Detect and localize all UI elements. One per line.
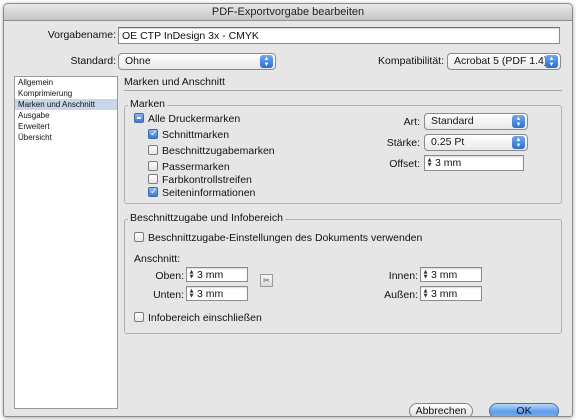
window-title: PDF-Exportvorgabe bearbeiten <box>4 4 572 21</box>
checkbox-unchecked-icon <box>148 174 158 184</box>
chain-link-icon[interactable]: ✂ <box>260 274 273 287</box>
bleed-slug-group-title: Beschnittzugabe und Infobereich <box>128 212 285 224</box>
use-document-bleed-checkbox[interactable]: Beschnittzugabe-Einstellungen des Dokume… <box>134 232 422 245</box>
checkbox-mixed-icon <box>134 113 144 123</box>
compatibility-popup[interactable]: Acrobat 5 (PDF 1.4) ▲ ▼ <box>447 53 561 70</box>
offset-value: 3 mm <box>435 157 462 169</box>
bleed-top-field[interactable]: ▲ ▼ 3 mm <box>186 267 248 282</box>
color-bars-checkbox[interactable]: Farbkontrollstreifen <box>148 174 252 187</box>
mark-type-popup[interactable]: Standard ▲ ▼ <box>424 113 528 130</box>
popup-arrows-icon: ▲ ▼ <box>260 55 273 68</box>
checkbox-unchecked-icon <box>134 232 144 242</box>
stepper-arrows-icon[interactable]: ▲ ▼ <box>426 158 433 168</box>
stepper-arrows-icon[interactable]: ▲ ▼ <box>422 270 429 280</box>
bleed-top-label: Oben: <box>155 270 184 282</box>
checkbox-unchecked-icon <box>148 161 158 171</box>
cancel-button[interactable]: Abbrechen <box>409 403 473 416</box>
sidebar-item-ausgabe[interactable]: Ausgabe <box>15 110 117 121</box>
section-title: Marken und Anschnitt <box>124 76 225 88</box>
page-information-checkbox[interactable]: Seiteninformationen <box>148 186 256 200</box>
all-printer-marks-checkbox[interactable]: Alle Druckermarken <box>134 113 240 126</box>
checkbox-checked-icon <box>148 186 158 198</box>
bleed-outside-value: 3 mm <box>431 288 458 300</box>
sidebar-item-allgemein[interactable]: Allgemein <box>15 77 117 88</box>
section-divider <box>124 90 562 91</box>
crop-marks-label: Schnittmarken <box>162 129 230 141</box>
standard-popup[interactable]: Ohne ▲ ▼ <box>118 53 276 70</box>
stepper-arrows-icon[interactable]: ▲ ▼ <box>188 270 195 280</box>
mark-type-value: Standard <box>431 115 474 127</box>
checkbox-unchecked-icon <box>134 312 144 322</box>
all-printer-marks-label: Alle Druckermarken <box>148 113 241 125</box>
checkbox-checked-icon <box>148 128 158 140</box>
color-bars-label: Farbkontrollstreifen <box>162 174 252 186</box>
offset-label: Offset: <box>389 158 420 170</box>
stepper-arrows-icon[interactable]: ▲ ▼ <box>188 289 195 299</box>
standard-value: Ohne <box>125 55 151 67</box>
bleed-marks-checkbox[interactable]: Beschnittzugabemarken <box>148 145 275 158</box>
weight-value: 0.25 Pt <box>431 136 465 148</box>
popup-arrows-icon: ▲ ▼ <box>512 136 525 149</box>
compatibility-value: Acrobat 5 (PDF 1.4) <box>454 55 548 67</box>
offset-field[interactable]: ▲ ▼ 3 mm <box>424 155 524 171</box>
weight-popup[interactable]: 0.25 Pt ▲ ▼ <box>424 134 528 151</box>
checkbox-unchecked-icon <box>148 145 158 155</box>
export-preset-dialog: PDF-Exportvorgabe bearbeiten Vorgabename… <box>3 3 573 417</box>
bleed-marks-label: Beschnittzugabemarken <box>162 145 275 157</box>
bleed-bottom-value: 3 mm <box>197 288 224 300</box>
include-slug-checkbox[interactable]: Infobereich einschließen <box>134 312 262 325</box>
ok-button[interactable]: OK <box>489 403 559 416</box>
include-slug-label: Infobereich einschließen <box>148 312 262 324</box>
bleed-bottom-field[interactable]: ▲ ▼ 3 mm <box>186 286 248 301</box>
use-document-bleed-label: Beschnittzugabe-Einstellungen des Dokume… <box>148 232 423 244</box>
bleed-outside-field[interactable]: ▲ ▼ 3 mm <box>420 286 482 301</box>
sidebar-item-marken-und-anschnitt[interactable]: Marken und Anschnitt <box>15 99 117 110</box>
popup-arrows-icon: ▲ ▼ <box>512 115 525 128</box>
compatibility-label: Kompatibilität: <box>378 55 444 67</box>
popup-arrows-icon: ▲ ▼ <box>545 55 558 68</box>
sidebar-item-erweitert[interactable]: Erweitert <box>15 121 117 132</box>
weight-label: Stärke: <box>386 137 420 149</box>
registration-marks-label: Passermarken <box>162 161 230 173</box>
crop-marks-checkbox[interactable]: Schnittmarken <box>148 128 230 142</box>
standard-label: Standard: <box>70 55 116 67</box>
sidebar-category-list: Allgemein Komprimierung Marken und Ansch… <box>14 76 118 409</box>
bleed-label: Anschnitt: <box>134 253 181 265</box>
registration-marks-checkbox[interactable]: Passermarken <box>148 161 230 174</box>
bleed-inside-value: 3 mm <box>431 269 458 281</box>
bleed-outside-label: Außen: <box>384 289 418 301</box>
sidebar-item-komprimierung[interactable]: Komprimierung <box>15 88 117 99</box>
bleed-inside-label: Innen: <box>388 270 418 282</box>
preset-name-label: Vorgabename: <box>47 29 116 41</box>
bleed-bottom-label: Unten: <box>153 289 184 301</box>
page-information-label: Seiteninformationen <box>162 187 256 199</box>
sidebar-item-uebersicht[interactable]: Übersicht <box>15 132 117 143</box>
marks-group-title: Marken <box>128 98 168 110</box>
preset-name-field[interactable]: OE CTP InDesign 3x - CMYK <box>118 27 560 44</box>
mark-type-label: Art: <box>403 116 420 128</box>
stepper-arrows-icon[interactable]: ▲ ▼ <box>422 289 429 299</box>
bleed-inside-field[interactable]: ▲ ▼ 3 mm <box>420 267 482 282</box>
bleed-top-value: 3 mm <box>197 269 224 281</box>
